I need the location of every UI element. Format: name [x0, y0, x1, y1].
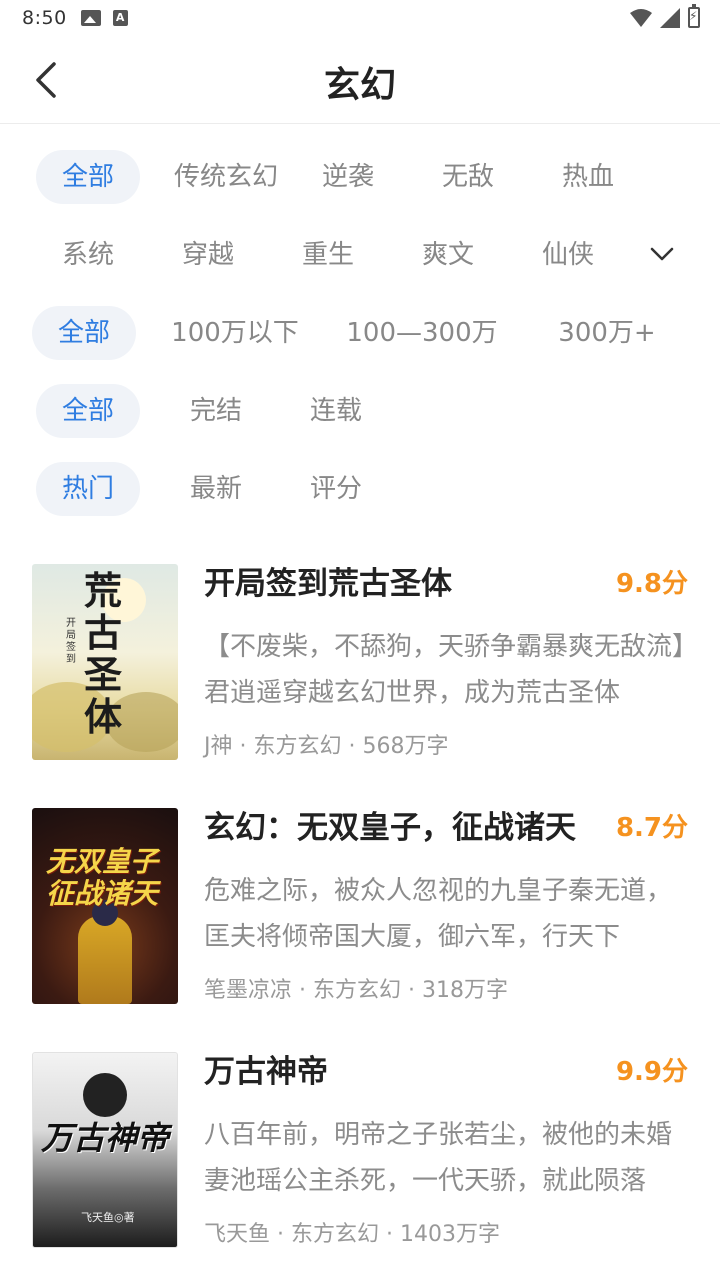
chip-wordcount-over-3m[interactable]: 300万+ [552, 306, 662, 360]
meta-separator: · [341, 734, 363, 759]
image-notification-icon [80, 10, 101, 26]
wifi-icon [630, 8, 652, 27]
chip-status-finished[interactable]: 完结 [176, 384, 256, 438]
book-word-count: 1403万字 [400, 1222, 500, 1247]
chip-subcategory-system[interactable]: 系统 [48, 228, 128, 282]
chip-subcategory-rebirth[interactable]: 重生 [288, 228, 368, 282]
book-cover[interactable]: 荒古圣体 开局签到 [32, 564, 178, 760]
sort-row: 热门 最新 评分 [32, 462, 376, 516]
chip-subcategory-traditional[interactable]: 传统玄幻 [166, 150, 286, 204]
book-score: 8.7分 [615, 813, 688, 843]
chip-subcategory-passion[interactable]: 热血 [548, 150, 628, 204]
cover-subtitle: 开局签到 [66, 618, 76, 665]
meta-separator: · [379, 1222, 400, 1247]
chip-wordcount-1m-3m[interactable]: 100—300万 [332, 306, 512, 360]
subcategory-row-2: 系统 穿越 重生 爽文 仙侠 [32, 228, 608, 282]
page-title: 玄幻 [323, 65, 396, 106]
book-genre: 东方玄幻 [313, 978, 402, 1003]
book-title[interactable]: 玄幻：无双皇子，征战诸天 [204, 808, 594, 848]
book-score: 9.8分 [615, 569, 688, 599]
chip-subcategory-xianxia[interactable]: 仙侠 [528, 228, 608, 282]
book-meta: 笔墨凉凉 · 东方玄幻 · 318万字 [204, 972, 508, 1004]
book-word-count: 318万字 [422, 978, 508, 1003]
book-word-count: 568万字 [362, 734, 449, 759]
chip-subcategory-invincible[interactable]: 无敌 [428, 150, 508, 204]
chip-subcategory-time-travel[interactable]: 穿越 [168, 228, 248, 282]
cover-title: 万古神帝 [41, 1119, 170, 1157]
book-genre: 东方玄幻 [253, 734, 342, 759]
book-title[interactable]: 万古神帝 [204, 1052, 594, 1092]
book-author: J神 [204, 734, 233, 759]
meta-separator: · [270, 1222, 291, 1247]
cover-title: 无双皇子征战诸天 [46, 845, 159, 910]
subcategory-row-1: 全部 传统玄幻 逆袭 无敌 热血 [32, 150, 628, 204]
chip-subcategory-comeback[interactable]: 逆袭 [308, 150, 388, 204]
chip-subcategory-satisfying[interactable]: 爽文 [408, 228, 488, 282]
signal-icon [660, 7, 680, 28]
cover-subtitle: 飞天鱼◎著 [81, 1211, 135, 1224]
book-item[interactable]: 万古神帝 飞天鱼◎著 万古神帝 9.9分 八百年前，明帝之子张若尘，被他的未婚妻… [32, 1052, 688, 1248]
book-author: 笔墨凉凉 [204, 978, 293, 1003]
meta-separator: · [401, 978, 422, 1003]
chip-status-ongoing[interactable]: 连载 [296, 384, 376, 438]
book-score: 9.9分 [615, 1057, 688, 1087]
chip-wordcount-under-1m[interactable]: 100万以下 [160, 306, 310, 360]
book-cover[interactable]: 万古神帝 飞天鱼◎著 [32, 1052, 178, 1248]
chip-sort-rating[interactable]: 评分 [296, 462, 376, 516]
a-notification-icon: A [112, 10, 128, 26]
book-cover[interactable]: 无双皇子征战诸天 [32, 808, 178, 1004]
chip-sort-newest[interactable]: 最新 [176, 462, 256, 516]
chevron-down-icon[interactable] [648, 240, 676, 268]
book-title[interactable]: 开局签到荒古圣体 [204, 564, 594, 604]
meta-separator: · [292, 978, 313, 1003]
header: 玄幻 [0, 36, 720, 124]
status-bar: 8:50 A [0, 0, 720, 36]
book-description: 【不废柴，不舔狗，天骄争霸暴爽无敌流】君逍遥穿越玄幻世界，成为荒古圣体 [204, 632, 686, 708]
book-meta: 飞天鱼 · 东方玄幻 · 1403万字 [204, 1216, 500, 1248]
battery-icon [688, 4, 700, 28]
book-description: 八百年前，明帝之子张若尘，被他的未婚妻池瑶公主杀死，一代天骄，就此陨落 [204, 1120, 673, 1196]
book-item[interactable]: 无双皇子征战诸天 玄幻：无双皇子，征战诸天 8.7分 危难之际，被众人忽视的九皇… [32, 808, 688, 1004]
chip-wordcount-all[interactable]: 全部 [32, 306, 136, 360]
book-genre: 东方玄幻 [291, 1222, 380, 1247]
chip-subcategory-all[interactable]: 全部 [36, 150, 140, 204]
book-author: 飞天鱼 [204, 1222, 271, 1247]
book-item[interactable]: 荒古圣体 开局签到 开局签到荒古圣体 9.8分 【不废柴，不舔狗，天骄争霸暴爽无… [32, 564, 688, 760]
meta-separator: · [232, 734, 254, 759]
chip-sort-hot[interactable]: 热门 [36, 462, 140, 516]
status-time: 8:50 [22, 7, 67, 29]
cover-title: 荒古圣体 [84, 568, 123, 739]
word-count-row: 全部 100万以下 100—300万 300万+ [32, 306, 662, 360]
chip-status-all[interactable]: 全部 [36, 384, 140, 438]
book-description: 危难之际，被众人忽视的九皇子秦无道，匡夫将倾帝国大厦，御六军，行天下 [204, 876, 673, 952]
status-row: 全部 完结 连载 [32, 384, 376, 438]
book-meta: J神 · 东方玄幻 · 568万字 [204, 728, 448, 760]
